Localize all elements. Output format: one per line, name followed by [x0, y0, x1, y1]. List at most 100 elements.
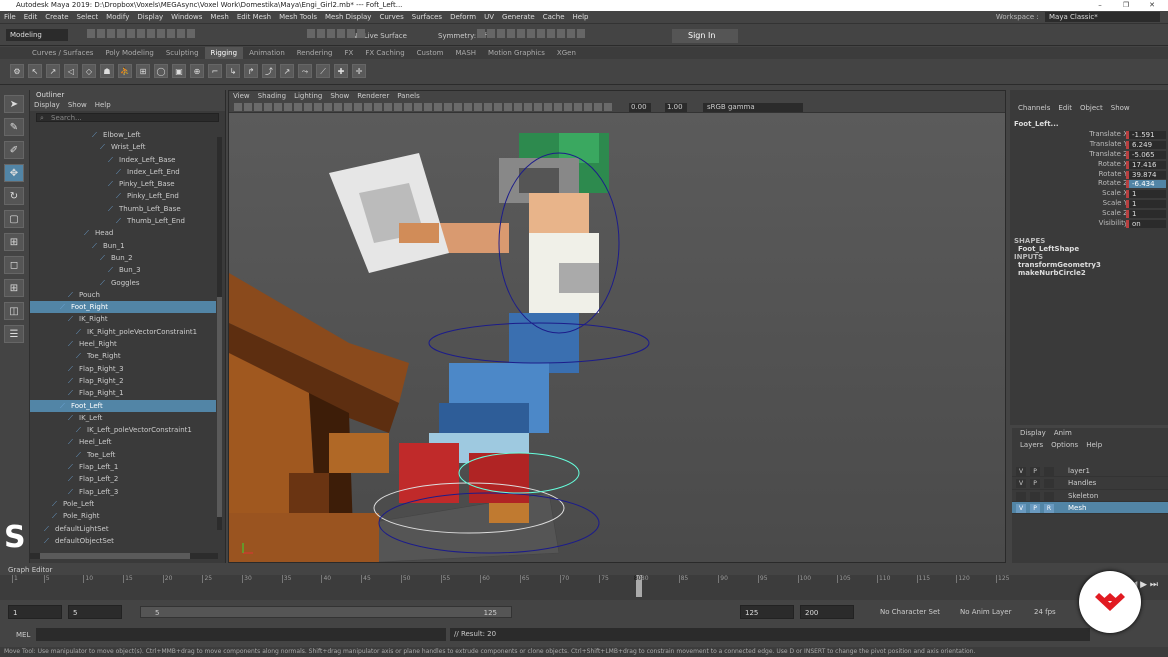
outliner-item[interactable]: ⟋ Elbow_Left — [30, 129, 216, 141]
status-tool-icon[interactable] — [177, 29, 185, 38]
two-view-icon[interactable]: ◫ — [4, 302, 24, 320]
outliner-item[interactable]: ⟋ Flap_Left_3 — [30, 486, 216, 498]
layer-p-toggle[interactable] — [1030, 491, 1040, 501]
viewport-tool-icon[interactable] — [424, 103, 432, 111]
shelf-tool-icon[interactable]: ↗ — [46, 64, 60, 78]
viewport-tool-icon[interactable] — [384, 103, 392, 111]
status-tool-icon[interactable] — [487, 29, 495, 38]
maximize-icon[interactable]: ❐ — [1114, 0, 1138, 11]
layer-r-toggle[interactable] — [1044, 467, 1054, 476]
channel-value-field[interactable]: 1 — [1126, 190, 1166, 199]
status-tool-icon[interactable] — [357, 29, 365, 38]
layer-r-toggle[interactable] — [1044, 491, 1054, 501]
channel-row[interactable]: Translate Z -5.065 — [1010, 150, 1168, 160]
select-tool-icon[interactable]: ➤ — [4, 95, 24, 113]
outliner-layout-icon[interactable]: ☰ — [4, 325, 24, 343]
outliner-item[interactable]: ⟋ Toe_Right — [30, 350, 216, 362]
layer-r-toggle[interactable] — [1044, 479, 1054, 489]
shelf-tool-icon[interactable]: ⊞ — [136, 64, 150, 78]
anim-end-field[interactable]: 200 — [800, 605, 854, 619]
outliner-item[interactable]: ⟋ Flap_Right_1 — [30, 387, 216, 399]
single-view-icon[interactable]: ◻ — [4, 256, 24, 274]
viewport-tool-icon[interactable] — [594, 103, 602, 111]
layer-row[interactable]: V Player1 — [1012, 465, 1168, 478]
outliner-hscrollbar[interactable] — [30, 553, 218, 559]
outliner-menu-display[interactable]: Display — [30, 101, 64, 109]
shelf-tab-motion-graphics[interactable]: Motion Graphics — [482, 47, 551, 59]
viewport-tool-icon[interactable] — [374, 103, 382, 111]
status-tool-icon[interactable] — [477, 29, 485, 38]
outliner-item[interactable]: ⟋ Foot_Right — [30, 301, 216, 314]
channel-value-field[interactable]: 1 — [1126, 200, 1166, 209]
outliner-item[interactable]: ⟋ Thumb_Left_Base — [30, 203, 216, 215]
start-time-field[interactable]: 1 — [8, 605, 62, 619]
channel-row[interactable]: Translate X -1.591 — [1010, 130, 1168, 140]
viewport-tool-icon[interactable] — [504, 103, 512, 111]
shelf-tool-icon[interactable]: ↖ — [28, 64, 42, 78]
status-tool-icon[interactable] — [167, 29, 175, 38]
last-tool-icon[interactable]: ⊞ — [4, 233, 24, 251]
gamma-field[interactable]: 1.00 — [665, 103, 687, 112]
status-tool-icon[interactable] — [337, 29, 345, 38]
outliner-menu-show[interactable]: Show — [64, 101, 91, 109]
outliner-item[interactable]: ⟋ Index_Left_Base — [30, 154, 216, 166]
status-tool-icon[interactable] — [507, 29, 515, 38]
viewport-tool-icon[interactable] — [604, 103, 612, 111]
layer-p-toggle[interactable]: P — [1030, 503, 1040, 513]
status-tool-icon[interactable] — [97, 29, 105, 38]
channel-row[interactable]: Scale Y1 — [1010, 199, 1168, 209]
workspace-select[interactable]: Maya Classic* — [1045, 12, 1160, 22]
viewport-tool-icon[interactable] — [444, 103, 452, 111]
fps-select[interactable]: 24 fps — [1034, 605, 1056, 619]
viewport-tool-icon[interactable] — [254, 103, 262, 111]
outliner-item[interactable]: ⟋ Pouch — [30, 289, 216, 301]
outliner-item[interactable]: ⟋ IK_Left_poleVectorConstraint1 — [30, 424, 216, 436]
shelf-tool-icon[interactable]: ▣ — [172, 64, 186, 78]
menu-surfaces[interactable]: Surfaces — [408, 11, 446, 24]
shelf-tab-mash[interactable]: MASH — [450, 47, 483, 59]
viewport-tool-icon[interactable] — [284, 103, 292, 111]
outliner-item[interactable]: ⟋ Pole_Right — [30, 510, 216, 522]
outliner-item[interactable]: ⟋ Pole_Left — [30, 498, 216, 510]
shelf-tool-icon[interactable]: ◯ — [154, 64, 168, 78]
channel-value-field[interactable]: -6.434 — [1126, 180, 1166, 189]
viewport-tool-icon[interactable] — [294, 103, 302, 111]
outliner-menu-help[interactable]: Help — [91, 101, 115, 109]
channel-row[interactable]: Translate Y 6.249 — [1010, 140, 1168, 150]
viewport-tool-icon[interactable] — [564, 103, 572, 111]
menu-generate[interactable]: Generate — [498, 11, 539, 24]
layer-row[interactable]: V P R Mesh — [1012, 501, 1168, 515]
character-set-select[interactable]: No Character Set — [880, 605, 940, 619]
menu-mesh-display[interactable]: Mesh Display — [321, 11, 375, 24]
viewport-menu-lighting[interactable]: Lighting — [290, 92, 326, 100]
shelf-tool-icon[interactable]: ↳ — [226, 64, 240, 78]
menu-mesh[interactable]: Mesh — [206, 11, 232, 24]
status-tool-icon[interactable] — [327, 29, 335, 38]
viewport-tool-icon[interactable] — [524, 103, 532, 111]
layer-menu-help[interactable]: Help — [1082, 441, 1106, 449]
status-tool-icon[interactable] — [117, 29, 125, 38]
shelf-tool-icon[interactable]: ⊕ — [190, 64, 204, 78]
status-tool-icon[interactable] — [127, 29, 135, 38]
viewport-tool-icon[interactable] — [414, 103, 422, 111]
four-view-icon[interactable]: ⊞ — [4, 279, 24, 297]
menu-windows[interactable]: Windows — [167, 11, 206, 24]
status-tool-icon[interactable] — [567, 29, 575, 38]
outliner-item[interactable]: ⟋ defaultObjectSet — [30, 535, 216, 547]
outliner-item[interactable]: ⟋ Goggles — [30, 277, 216, 289]
status-tool-icon[interactable] — [537, 29, 545, 38]
input-node[interactable]: makeNurbCircle2 — [1010, 269, 1168, 277]
status-tool-icon[interactable] — [517, 29, 525, 38]
shelf-tab-animation[interactable]: Animation — [243, 47, 291, 59]
viewport-tool-icon[interactable] — [544, 103, 552, 111]
close-icon[interactable]: ✕ — [1140, 0, 1164, 11]
shelf-tab-rendering[interactable]: Rendering — [291, 47, 339, 59]
menu-cache[interactable]: Cache — [539, 11, 569, 24]
channel-menu-channels[interactable]: Channels — [1014, 104, 1054, 112]
viewport-tool-icon[interactable] — [534, 103, 542, 111]
status-tool-icon[interactable] — [187, 29, 195, 38]
status-tool-icon[interactable] — [307, 29, 315, 38]
channel-value-field[interactable]: 1 — [1126, 210, 1166, 219]
scene-view[interactable]: persp — [229, 113, 1005, 562]
outliner-item[interactable]: ⟋ Heel_Right — [30, 338, 216, 350]
